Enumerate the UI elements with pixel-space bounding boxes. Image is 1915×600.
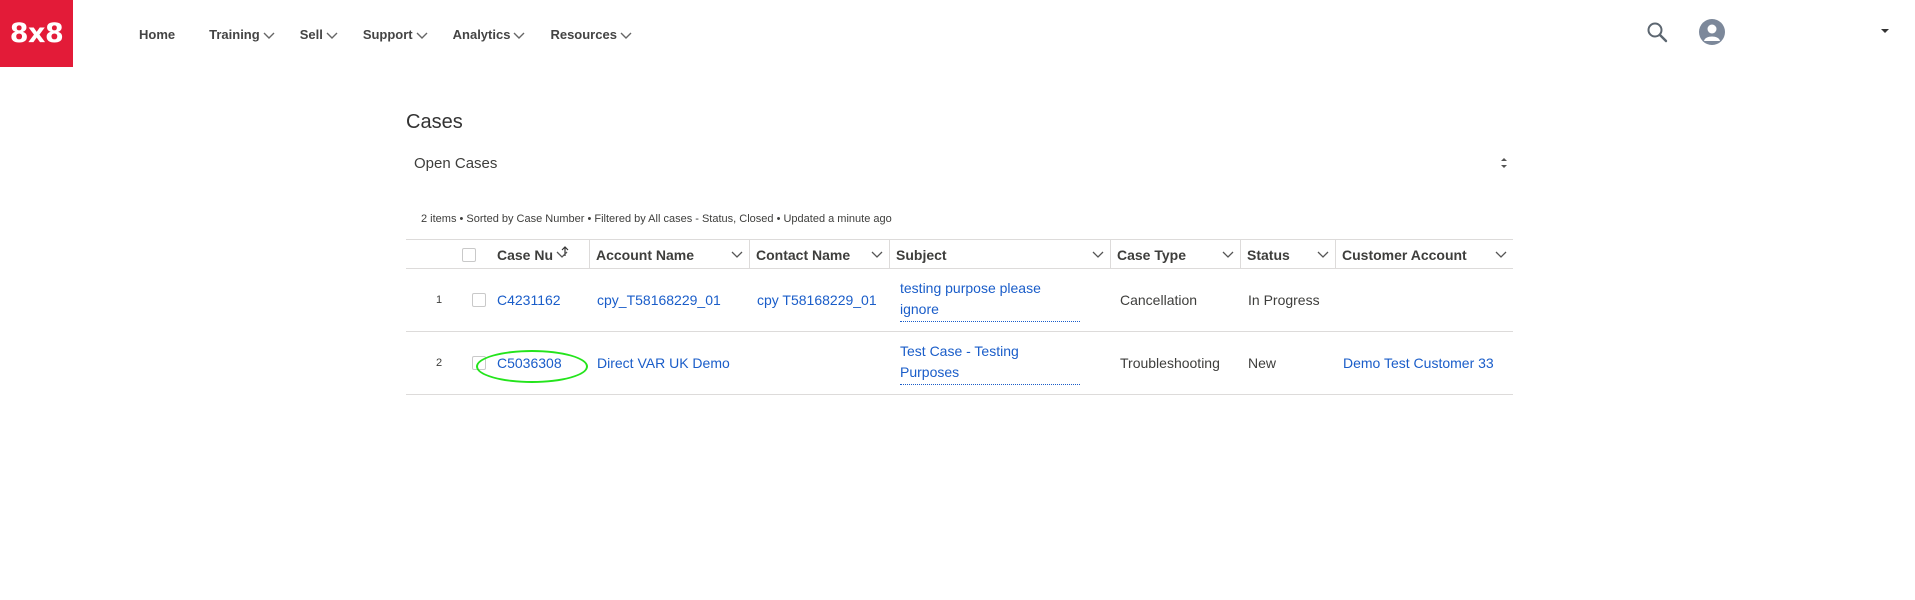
list-summary: 2 items • Sorted by Case Number • Filter… [421,213,892,225]
brand-logo[interactable]: 8x8 [0,0,73,67]
nav-item-label: Training [209,27,260,42]
chevron-down-icon [513,32,525,39]
chevron-down-icon[interactable] [1222,249,1234,259]
search-icon[interactable] [1646,21,1668,43]
account-name-cell: Direct VAR UK Demo [597,332,730,394]
contact-name-link[interactable]: cpy T58168229_01 [757,292,877,308]
account-name-cell: cpy_T58168229_01 [597,269,721,331]
subject-link[interactable]: Test Case - Testing Purposes [900,341,1080,385]
account-name-link[interactable]: Direct VAR UK Demo [597,355,730,371]
row-select-cell [472,269,486,331]
row-number: 1 [436,294,443,306]
column-header-case-number[interactable]: Case Nu [490,240,574,269]
nav-item-label: Home [139,27,176,42]
subject-cell: testing purpose please ignore [900,269,1080,331]
caret-down-icon[interactable] [1880,27,1890,35]
chevron-down-icon [326,32,338,39]
case-number-cell: C4231162 [497,269,561,331]
chevron-down-icon[interactable] [1495,249,1507,259]
subject-link[interactable]: testing purpose please ignore [900,278,1080,322]
case-type-cell: Cancellation [1120,292,1198,308]
table-row: 2 C5036308 Direct VAR UK Demo Test Case … [406,332,1513,395]
row-checkbox[interactable] [472,293,486,307]
chevron-down-icon [263,32,275,39]
customer-account-link[interactable]: Demo Test Customer 33 [1343,355,1494,371]
case-number-link[interactable]: C5036308 [497,355,562,371]
case-type-cell: Troubleshooting [1120,355,1220,371]
nav-item-label: Resources [550,27,617,42]
column-header-case-type[interactable]: Case Type [1110,240,1240,269]
nav-item-support[interactable]: Support [363,27,428,42]
chevron-down-icon [416,32,428,39]
case-number-cell: C5036308 [497,332,562,394]
subject-cell: Test Case - Testing Purposes [900,332,1080,394]
chevron-down-icon[interactable] [1317,249,1329,259]
nav-item-label: Support [362,27,413,42]
column-label: Status [1247,246,1290,263]
main-nav: Home Training Sell Support Analytics Res… [139,27,657,42]
user-avatar-icon[interactable] [1699,19,1725,45]
table-header: Case Nu Account Name Contact Name Subjec… [406,239,1513,269]
nav-item-home[interactable]: Home [139,27,175,42]
column-label: Customer Account [1342,246,1467,263]
chevron-down-icon[interactable] [556,249,568,259]
nav-item-training[interactable]: Training [209,27,275,42]
chevron-down-icon[interactable] [1092,249,1104,259]
table-row: 1 C4231162 cpy_T58168229_01 cpy T5816822… [406,269,1513,332]
column-label: Contact Name [756,246,851,263]
top-header: 8x8 Home Training Sell Support Analytics… [0,0,1915,68]
row-number: 2 [436,357,443,369]
chevron-down-icon [620,32,632,39]
select-all-checkbox[interactable] [462,247,476,262]
nav-item-analytics[interactable]: Analytics [453,27,526,42]
contact-name-cell: cpy T58168229_01 [757,269,877,331]
select-all-cell [461,240,477,269]
column-label: Subject [896,246,947,263]
chevron-down-icon[interactable] [871,249,883,259]
column-header-status[interactable]: Status [1240,240,1335,269]
nav-item-label: Analytics [452,27,511,42]
column-label: Case Type [1117,246,1186,263]
row-checkbox[interactable] [472,356,486,370]
status-cell: In Progress [1248,292,1320,308]
column-header-customer-account[interactable]: Customer Account [1335,240,1513,269]
chevron-down-icon[interactable] [731,249,743,259]
account-name-link[interactable]: cpy_T58168229_01 [597,292,721,308]
column-label: Account Name [596,246,695,263]
status-cell: New [1248,355,1277,371]
column-header-subject[interactable]: Subject [889,240,1110,269]
cases-table: Case Nu Account Name Contact Name Subjec… [406,239,1513,395]
row-select-cell [472,332,486,394]
nav-item-label: Sell [299,27,323,42]
customer-account-cell: Demo Test Customer 33 [1343,332,1494,394]
list-view-menu-icon[interactable] [1498,154,1510,172]
column-header-account-name[interactable]: Account Name [589,240,749,269]
nav-item-sell[interactable]: Sell [300,27,338,42]
page-title: Cases [406,111,463,133]
nav-item-resources[interactable]: Resources [550,27,632,42]
list-view-selector[interactable]: Open Cases [414,155,497,172]
column-label: Case Nu [497,246,554,263]
column-header-contact-name[interactable]: Contact Name [749,240,889,269]
case-number-link[interactable]: C4231162 [497,292,561,308]
